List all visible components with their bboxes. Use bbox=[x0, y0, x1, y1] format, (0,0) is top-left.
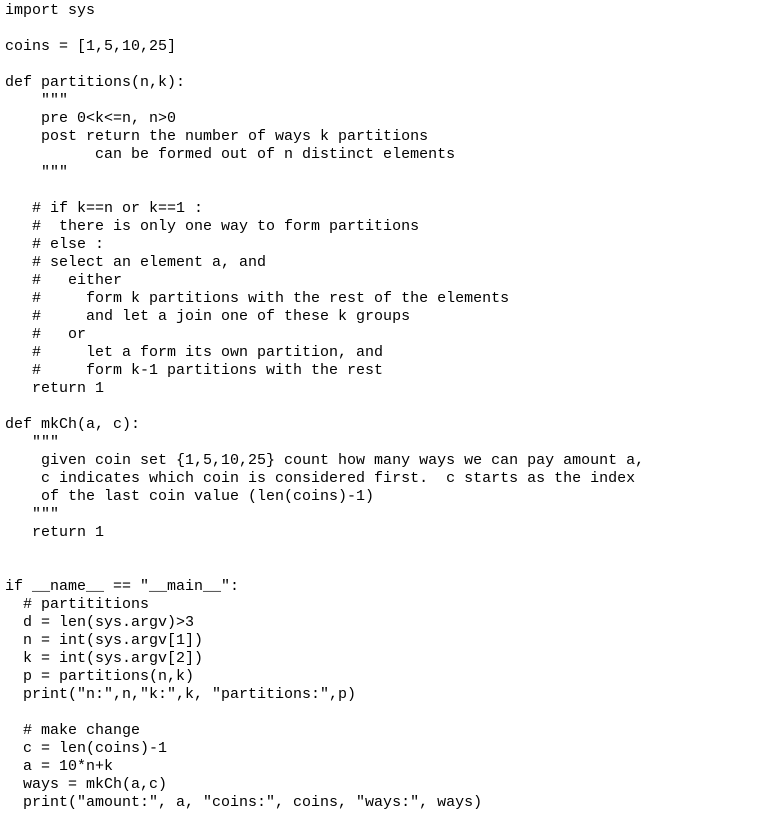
code-line: ways = mkCh(a,c) bbox=[5, 776, 168, 793]
code-line: n = int(sys.argv[1]) bbox=[5, 632, 204, 649]
code-line: given coin set {1,5,10,25} count how man… bbox=[5, 452, 645, 469]
code-line: if __name__ == "__main__": bbox=[5, 578, 240, 595]
code-line: """ bbox=[5, 92, 69, 109]
code-line: k = int(sys.argv[2]) bbox=[5, 650, 204, 667]
code-line: # else : bbox=[5, 236, 105, 253]
code-line: # form k-1 partitions with the rest bbox=[5, 362, 384, 379]
code-line: """ bbox=[5, 506, 60, 523]
code-line: post return the number of ways k partiti… bbox=[5, 128, 429, 145]
code-line: # form k partitions with the rest of the… bbox=[5, 290, 510, 307]
code-listing: import sys coins = [1,5,10,25] def parti… bbox=[5, 2, 644, 812]
code-line: can be formed out of n distinct elements bbox=[5, 146, 456, 163]
code-line: print("amount:", a, "coins:", coins, "wa… bbox=[5, 794, 483, 811]
code-line: of the last coin value (len(coins)-1) bbox=[5, 488, 375, 505]
code-line: # select an element a, and bbox=[5, 254, 267, 271]
code-line: def mkCh(a, c): bbox=[5, 416, 141, 433]
code-line: # there is only one way to form partitio… bbox=[5, 218, 420, 235]
code-line: # if k==n or k==1 : bbox=[5, 200, 204, 217]
code-line: # or bbox=[5, 326, 87, 343]
code-line: """ bbox=[5, 434, 60, 451]
code-line: """ bbox=[5, 164, 69, 181]
code-line: pre 0<k<=n, n>0 bbox=[5, 110, 177, 127]
code-line: return 1 bbox=[5, 524, 105, 541]
code-line: # either bbox=[5, 272, 123, 289]
code-line: # partititions bbox=[5, 596, 150, 613]
code-line: # make change bbox=[5, 722, 141, 739]
code-line: coins = [1,5,10,25] bbox=[5, 38, 177, 55]
code-line: # let a form its own partition, and bbox=[5, 344, 384, 361]
code-line: p = partitions(n,k) bbox=[5, 668, 195, 685]
code-line: a = 10*n+k bbox=[5, 758, 114, 775]
code-line: c indicates which coin is considered fir… bbox=[5, 470, 636, 487]
code-line: c = len(coins)-1 bbox=[5, 740, 168, 757]
code-line: # and let a join one of these k groups bbox=[5, 308, 411, 325]
code-line: d = len(sys.argv)>3 bbox=[5, 614, 195, 631]
code-line: print("n:",n,"k:",k, "partitions:",p) bbox=[5, 686, 357, 703]
code-line: def partitions(n,k): bbox=[5, 74, 186, 91]
code-line: return 1 bbox=[5, 380, 105, 397]
code-line: import sys bbox=[5, 2, 96, 19]
